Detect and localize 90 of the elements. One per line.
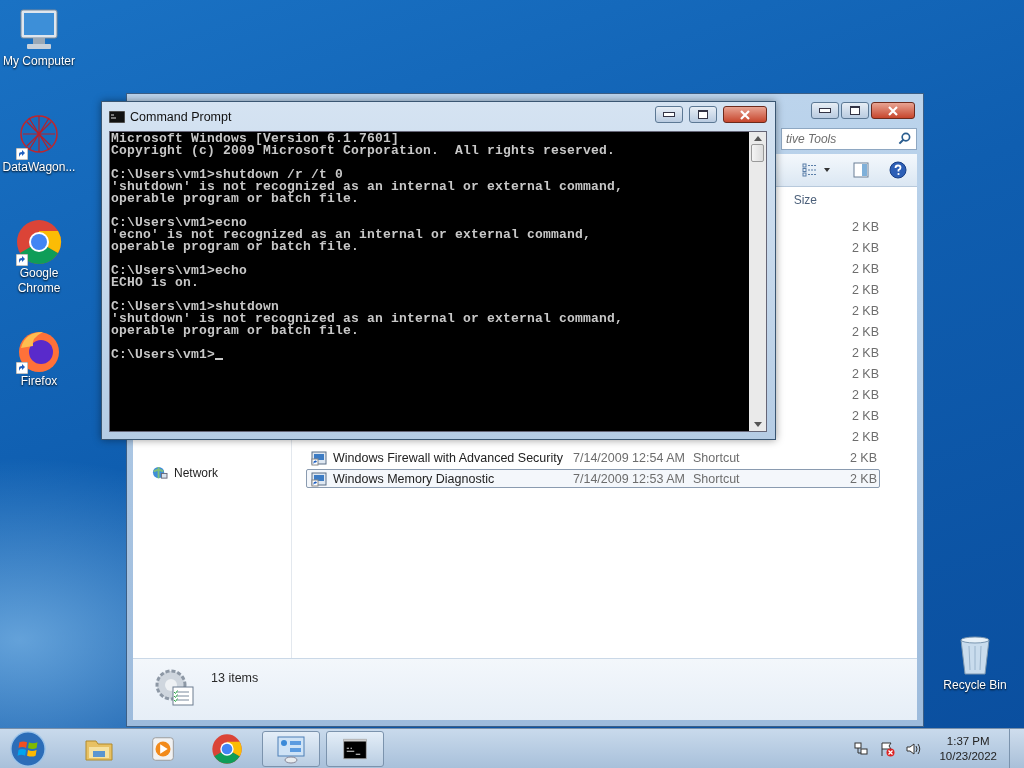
desktop-shortcut[interactable]: Recycle Bin [936,630,1014,693]
file-row[interactable]: 2 KB [790,238,880,257]
file-name: Windows Firewall with Advanced Security [333,450,563,465]
console-line: ECHO is on. [111,277,199,289]
scroll-down-arrow-icon[interactable] [753,422,762,427]
desktop-shortcut[interactable]: Google Chrome [0,218,78,316]
console-line: 'ecno' is not recognized as an internal or external command, [111,229,592,241]
desktop-icon-label: Recycle Bin [943,678,1007,693]
file-row[interactable]: 2 KB [790,427,880,446]
view-options-button[interactable] [801,163,833,177]
flag-warning-icon[interactable] [879,740,896,757]
file-size: 2 KB [851,261,879,276]
help-button[interactable] [889,161,907,179]
search-icon [898,132,911,145]
file-row[interactable]: 2 KB [790,259,880,278]
console-line: C:\Users\vm1>shutdown [111,301,280,313]
console-icon [340,736,370,761]
file-size: 2 KB [849,471,877,486]
file-row[interactable]: Windows Firewall with Advanced Security 7/14/2009 12:54 AM Shortcut 2 KB [306,448,880,467]
console-line: operable program or batch file. [111,241,360,253]
file-size: 2 KB [851,408,879,423]
network-status-icon[interactable] [853,740,870,757]
shortcut-file-icon [311,470,327,487]
desktop-shortcut[interactable]: Firefox [0,326,78,389]
file-size: 2 KB [851,324,879,339]
file-size: 2 KB [851,345,879,360]
file-row[interactable]: Windows Memory Diagnostic 7/14/2009 12:53 AM Shortcut 2 KB [306,469,880,488]
close-icon [740,109,750,120]
console-line: C:\Users\vm1>shutdown /r /t 0 [111,169,344,181]
console-line: operable program or batch file. [111,325,360,337]
item-count: 13 items [211,671,259,685]
file-size: 2 KB [851,303,879,318]
close-button[interactable] [723,106,767,123]
volume-icon[interactable] [905,740,922,757]
desktop-icon-label: My Computer [3,54,75,69]
file-size: 2 KB [851,366,879,381]
file-type: Shortcut [693,450,740,465]
clock-date: 10/23/2022 [939,748,997,764]
console-line: 'shutdown' is not recognized as an internal or external command, [111,313,624,325]
file-size: 2 KB [849,450,877,465]
console-line: Copyright (c) 2009 Microsoft Corporation. All rights reserved. [111,145,616,157]
console-line: operable program or batch file. [111,193,360,205]
taskbar-button[interactable] [326,730,384,767]
clock[interactable]: 1:37 PM 10/23/2022 [939,733,997,764]
chrome-icon [211,732,243,765]
maximize-button[interactable] [689,106,717,123]
file-name: Windows Memory Diagnostic [333,471,495,486]
date-modified: 7/14/2009 12:53 AM [573,471,685,486]
minimize-button[interactable] [811,102,839,119]
desktop-icon-label: DataWagon... [2,160,76,175]
date-modified: 7/14/2009 12:54 AM [573,450,685,465]
file-size: 2 KB [851,282,879,297]
desktop-shortcut[interactable]: My Computer [0,6,78,102]
network-icon [151,465,168,480]
chrome-icon [15,218,63,266]
file-row[interactable]: 2 KB [790,301,880,320]
column-header[interactable]: Size [793,193,817,207]
file-row[interactable]: 2 KB [790,385,880,404]
file-row[interactable]: 2 KB [790,217,880,236]
desktop-icon-label: Firefox [20,374,58,389]
file-row[interactable]: 2 KB [790,280,880,299]
file-row[interactable]: 2 KB [790,343,880,362]
clock-time: 1:37 PM [946,733,990,749]
file-size: 2 KB [851,240,879,255]
file-row[interactable]: 2 KB [790,406,880,425]
nav-item[interactable]: Network [133,465,291,480]
close-icon [888,105,898,116]
file-size: 2 KB [851,219,879,234]
console-icon [109,110,125,123]
console-line: C:\Users\vm1>echo [111,265,248,277]
file-type: Shortcut [693,471,740,486]
close-button[interactable] [871,102,915,119]
scrollbar[interactable] [749,132,766,431]
console-line: 'shutdown' is not recognized as an internal or external command, [111,181,624,193]
file-row[interactable]: 2 KB [790,322,880,341]
maximize-button[interactable] [841,102,869,119]
console-line: Microsoft Windows [Version 6.1.7601] [111,133,400,145]
scroll-up-arrow-icon[interactable] [753,136,762,141]
minimize-button[interactable] [655,106,683,123]
console-line: C:\Users\vm1>ecno [111,217,248,229]
file-row[interactable]: 2 KB [790,364,880,383]
desktop-shortcut[interactable]: DataWagon... [0,112,78,208]
window-title: Command Prompt [130,109,232,124]
shortcut-file-icon [311,449,327,466]
file-size: 2 KB [851,387,879,402]
desktop-icon-label: Google Chrome [16,266,62,296]
console-line: C:\Users\vm1> [111,349,216,361]
file-size: 2 KB [851,429,879,444]
scrollbar-thumb[interactable] [751,144,764,162]
search-field[interactable]: tive Tools [781,128,917,150]
